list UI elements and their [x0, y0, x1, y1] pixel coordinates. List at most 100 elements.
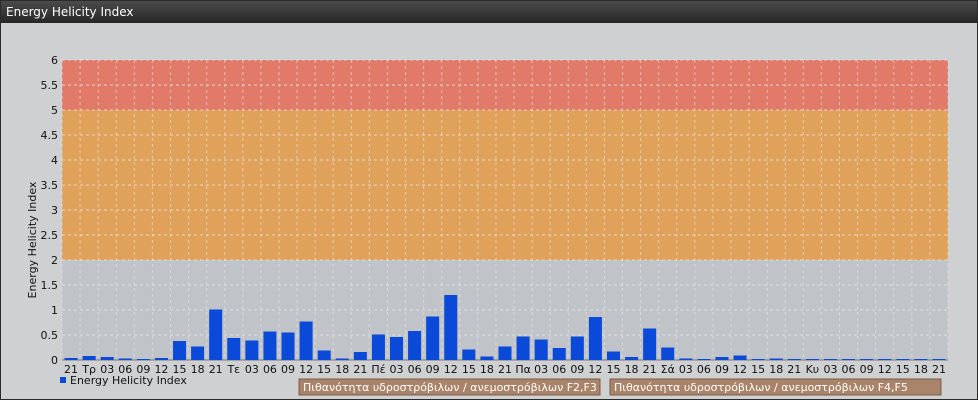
y-tick-label: 5 [51, 104, 58, 117]
bar[interactable] [878, 359, 892, 360]
bar[interactable] [516, 336, 530, 361]
bar[interactable] [860, 359, 874, 360]
y-axis-label: Energy Helicity Index [26, 181, 39, 298]
x-tick-label: 06 [263, 363, 277, 376]
x-tick-label: 06 [552, 363, 566, 376]
x-tick-label: 15 [606, 363, 620, 376]
x-tick-label: 18 [914, 363, 928, 376]
bar[interactable] [552, 348, 566, 360]
band-legend-label-2: Πιθανότητα υδροστρόβιλων / ανεμοστρόβιλω… [614, 381, 908, 394]
bar[interactable] [353, 352, 367, 360]
bar[interactable] [263, 331, 277, 361]
bar[interactable] [408, 331, 422, 360]
x-tick-label: 03 [245, 363, 259, 376]
legend-swatch [60, 377, 66, 383]
bar[interactable] [317, 350, 331, 361]
x-tick-label: 03 [679, 363, 693, 376]
y-tick-label: 6 [51, 54, 58, 67]
x-tick-label: 18 [480, 363, 494, 376]
x-tick-label: Πα [515, 363, 531, 376]
bar[interactable] [715, 357, 729, 360]
x-tick-label: 21 [353, 363, 367, 376]
energy-helicity-chart: 00.511.522.533.544.555.56 21 Τρ 03 06 09 12 15… [26, 54, 949, 396]
bar[interactable] [64, 358, 78, 360]
x-tick-label: 09 [860, 363, 874, 376]
bar[interactable] [625, 357, 639, 360]
x-tick-label: Σά [661, 363, 675, 376]
bar[interactable] [570, 336, 584, 361]
bar[interactable] [100, 357, 114, 360]
bar[interactable] [733, 355, 747, 361]
bar[interactable] [842, 359, 856, 360]
bar[interactable] [444, 295, 458, 360]
bar[interactable] [697, 359, 711, 360]
band-legend: Πιθανότητα υδροστρόβιλων / ανεμοστρόβιλω… [298, 378, 942, 396]
y-axis-ticks: 0 0.5 1 1.5 2 2.5 3 3.5 4 4.5 5 5.5 6 [41, 54, 59, 367]
bar[interactable] [390, 337, 404, 360]
bar[interactable] [534, 339, 548, 361]
y-tick-label: 1 [51, 304, 58, 317]
x-tick-label: 18 [625, 363, 639, 376]
bar[interactable] [932, 359, 946, 360]
bar[interactable] [82, 356, 96, 360]
bar[interactable] [480, 356, 494, 361]
x-tick-label: 03 [823, 363, 837, 376]
bar[interactable] [118, 358, 132, 361]
y-tick-label: 5.5 [41, 79, 59, 92]
bar[interactable] [661, 347, 675, 361]
bar[interactable] [154, 358, 168, 360]
bar[interactable] [588, 317, 602, 360]
bar[interactable] [335, 358, 349, 361]
window-title: Energy Helicity Index [1, 1, 977, 23]
x-tick-label: 18 [335, 363, 349, 376]
x-tick-label: 15 [317, 363, 331, 376]
bar[interactable] [371, 334, 385, 361]
bar[interactable] [227, 338, 241, 360]
x-tick-label: 12 [733, 363, 747, 376]
bar[interactable] [209, 309, 223, 361]
legend-series-label: Energy Helicity Index [70, 374, 187, 387]
x-tick-label: 18 [769, 363, 783, 376]
x-tick-label: 09 [715, 363, 729, 376]
x-tick-label: 15 [751, 363, 765, 376]
y-tick-label: 2 [51, 254, 58, 267]
bar[interactable] [136, 359, 150, 360]
x-tick-label: 12 [588, 363, 602, 376]
bar[interactable] [787, 359, 801, 360]
x-tick-label: Τε [226, 363, 240, 376]
bar[interactable] [606, 351, 620, 361]
bar[interactable] [805, 359, 819, 360]
y-tick-label: 4.5 [41, 129, 59, 142]
band-legend-label-1: Πιθανότητα υδροστρόβιλων / ανεμοστρόβιλω… [303, 381, 597, 394]
x-tick-label: 03 [534, 363, 548, 376]
x-tick-label: Πέ [371, 363, 385, 376]
x-tick-label: 12 [878, 363, 892, 376]
bar[interactable] [643, 328, 657, 361]
bar[interactable] [462, 349, 476, 361]
bar[interactable] [769, 358, 783, 361]
bar[interactable] [281, 332, 295, 361]
bar[interactable] [751, 359, 765, 360]
legend[interactable]: Energy Helicity Index [60, 374, 187, 387]
x-tick-label: 12 [444, 363, 458, 376]
x-tick-label: 21 [787, 363, 801, 376]
bar[interactable] [914, 359, 928, 360]
bar[interactable] [896, 359, 910, 360]
y-tick-label: 0 [51, 354, 58, 367]
bar[interactable] [679, 358, 693, 361]
y-tick-label: 2.5 [41, 229, 59, 242]
x-tick-label: 09 [426, 363, 440, 376]
bar[interactable] [498, 346, 512, 361]
x-tick-label: 09 [281, 363, 295, 376]
bar[interactable] [426, 316, 440, 361]
bar[interactable] [245, 340, 259, 361]
x-axis-ticks: 21 Τρ 03 06 09 12 15 18 21 Τε 03 06 09 12 15 18 21 Πέ 03 06… [64, 363, 946, 376]
bar[interactable] [191, 346, 205, 361]
x-tick-label: 18 [191, 363, 205, 376]
bar[interactable] [173, 341, 187, 360]
bar[interactable] [823, 359, 837, 360]
y-tick-label: 4 [51, 154, 58, 167]
bar[interactable] [299, 321, 313, 361]
x-tick-label: 06 [408, 363, 422, 376]
x-tick-label: 21 [498, 363, 512, 376]
